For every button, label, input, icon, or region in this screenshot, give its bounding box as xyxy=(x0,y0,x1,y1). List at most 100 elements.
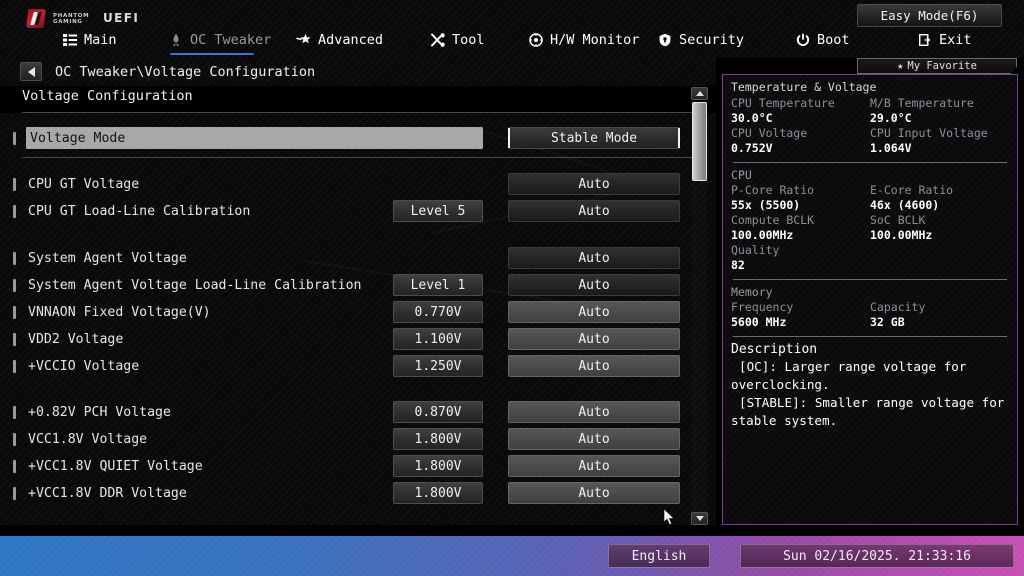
info-value: 55x (5500) xyxy=(731,198,801,212)
setting-value-secondary[interactable]: Level 1 xyxy=(393,274,483,296)
nav-tab-label: H/W Monitor xyxy=(550,32,640,48)
setting-value-field[interactable]: Auto xyxy=(508,401,680,423)
info-cell: Quality 82 xyxy=(731,243,870,273)
nav-tab-label: Exit xyxy=(939,32,972,48)
setting-label: System Agent Voltage Load-Line Calibrati… xyxy=(28,278,362,293)
info-row: Compute BCLK 100.00MHz SoC BCLK 100.00MHz xyxy=(731,213,1009,243)
datetime-display[interactable]: Sun 02/16/2025. 21:33:16 xyxy=(740,544,1014,568)
scroll-down-button[interactable] xyxy=(691,512,708,525)
brand-line2: GAMING xyxy=(53,18,83,25)
info-key: E-Core Ratio xyxy=(870,183,954,197)
setting-label: VCC1.8V Voltage xyxy=(28,432,148,447)
setting-value-secondary[interactable]: 0.870V xyxy=(393,401,483,423)
brand-logo: PHANTOM GAMING xyxy=(26,9,89,28)
setting-row[interactable]: +0.82V PCH Voltage 0.870V Auto xyxy=(0,401,700,425)
description-title: Description xyxy=(731,342,818,357)
info-key: CPU Input Voltage xyxy=(870,126,988,140)
nav-tab-advanced[interactable]: Advanced xyxy=(296,29,383,51)
gauge-icon xyxy=(528,32,544,48)
setting-label: +0.82V PCH Voltage xyxy=(28,405,171,420)
brand-line1: PHANTOM xyxy=(53,12,90,19)
my-favorite-button[interactable]: ★ My Favorite xyxy=(857,58,1017,74)
nav-tab-boot[interactable]: Boot xyxy=(795,29,850,51)
info-cell: Capacity 32 GB xyxy=(870,300,1009,330)
exit-icon xyxy=(917,32,933,48)
setting-value-secondary[interactable]: 1.250V xyxy=(393,355,483,377)
setting-row[interactable]: +VCC1.8V QUIET Voltage 1.800V Auto xyxy=(0,455,700,479)
nav-tab-main[interactable]: Main xyxy=(62,29,117,51)
setting-row[interactable]: VNNAON Fixed Voltage(V) 0.770V Auto xyxy=(0,301,700,325)
bullet-icon xyxy=(13,306,16,319)
info-key: Quality xyxy=(731,243,780,257)
setting-value-field[interactable]: Auto xyxy=(508,355,680,377)
setting-label: CPU GT Load-Line Calibration xyxy=(28,204,251,219)
setting-row[interactable]: System Agent Voltage Auto xyxy=(0,247,700,271)
scroll-up-button[interactable] xyxy=(691,87,708,100)
description-line: [OC]: Larger range voltage for xyxy=(739,359,967,374)
setting-label: +VCC1.8V QUIET Voltage xyxy=(28,459,203,474)
setting-row[interactable]: +VCC1.8V DDR Voltage 1.800V Auto xyxy=(0,482,700,506)
info-value: 100.00MHz xyxy=(731,228,794,242)
setting-value-field[interactable]: Auto xyxy=(508,455,680,477)
divider xyxy=(733,279,1007,280)
setting-row[interactable]: CPU GT Voltage Auto xyxy=(0,173,700,197)
setting-value-field[interactable]: Auto xyxy=(508,482,680,504)
setting-value-field[interactable]: Stable Mode xyxy=(508,127,680,149)
chevron-down-icon xyxy=(695,516,704,521)
bullet-icon xyxy=(13,487,16,500)
info-key: Frequency xyxy=(731,300,794,314)
setting-row[interactable]: Voltage Mode Stable Mode xyxy=(0,127,700,151)
bullet-icon xyxy=(13,433,16,446)
info-value: 32 GB xyxy=(870,315,905,329)
language-button[interactable]: English xyxy=(608,544,710,568)
setting-row[interactable]: System Agent Voltage Load-Line Calibrati… xyxy=(0,274,700,298)
setting-value-field[interactable]: Auto xyxy=(508,274,680,296)
nav-tab-tool[interactable]: Tool xyxy=(430,29,485,51)
setting-value-secondary[interactable]: 0.770V xyxy=(393,301,483,323)
setting-value-secondary[interactable]: 1.800V xyxy=(393,482,483,504)
setting-value-field[interactable]: Auto xyxy=(508,173,680,195)
setting-row[interactable]: VCC1.8V Voltage 1.800V Auto xyxy=(0,428,700,452)
info-cell xyxy=(870,243,1009,273)
setting-value-secondary[interactable]: Level 5 xyxy=(393,200,483,222)
info-key: CPU Voltage xyxy=(731,126,808,140)
nav-tab-exit[interactable]: Exit xyxy=(917,29,972,51)
easy-mode-button[interactable]: Easy Mode(F6) xyxy=(857,4,1002,27)
bullet-icon xyxy=(13,333,16,346)
settings-panel: Voltage Mode Stable Mode CPU GT Voltage Aut… xyxy=(0,113,716,525)
nav-tab-label: Main xyxy=(84,32,117,48)
setting-value-field[interactable]: Auto xyxy=(508,428,680,450)
setting-value-field[interactable]: Auto xyxy=(508,200,680,222)
info-row: P-Core Ratio 55x (5500) E-Core Ratio 46x (4… xyxy=(731,183,1009,213)
bullet-icon xyxy=(13,460,16,473)
setting-label: +VCCIO Voltage xyxy=(28,359,140,374)
nav-tab-h-w-monitor[interactable]: H/W Monitor xyxy=(528,29,639,51)
info-value: 29.0°C xyxy=(870,111,912,125)
info-value: 0.752V xyxy=(731,141,773,155)
temperature-voltage-heading: Temperature & Voltage xyxy=(731,80,877,94)
nav-tab-security[interactable]: Security xyxy=(657,29,744,51)
setting-value-field[interactable]: Auto xyxy=(508,328,680,350)
info-cell: CPU Input Voltage 1.064V xyxy=(870,126,1009,156)
active-tab-underline xyxy=(170,53,254,55)
scrollbar[interactable] xyxy=(691,87,708,525)
setting-row[interactable]: CPU GT Load-Line Calibration Level 5 Auto xyxy=(0,200,700,224)
info-value: 82 xyxy=(731,258,745,272)
setting-label: System Agent Voltage xyxy=(28,251,187,266)
bullet-icon xyxy=(13,279,16,292)
back-button[interactable] xyxy=(20,62,42,81)
scrollbar-thumb[interactable] xyxy=(692,102,707,181)
setting-value-secondary[interactable]: 1.800V xyxy=(393,428,483,450)
info-value: 5600 MHz xyxy=(731,315,787,329)
setting-value-field[interactable]: Auto xyxy=(508,301,680,323)
setting-value-secondary[interactable]: 1.800V xyxy=(393,455,483,477)
info-row: Frequency 5600 MHz Capacity 32 GB xyxy=(731,300,1009,330)
setting-value-field[interactable]: Auto xyxy=(508,247,680,269)
setting-row[interactable]: VDD2 Voltage 1.100V Auto xyxy=(0,328,700,352)
setting-value-secondary[interactable]: 1.100V xyxy=(393,328,483,350)
focus-bracket-l xyxy=(508,128,510,148)
list-divider xyxy=(22,157,702,158)
nav-tab-oc-tweaker[interactable]: OC Tweaker xyxy=(168,29,271,51)
back-arrow-icon xyxy=(27,66,35,77)
setting-row[interactable]: +VCCIO Voltage 1.250V Auto xyxy=(0,355,700,379)
